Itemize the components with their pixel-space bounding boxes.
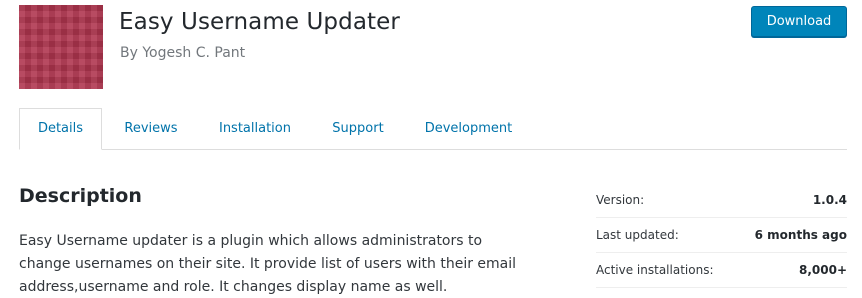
- meta-label: Active installations:: [596, 263, 714, 277]
- description-line: change usernames on their site. It provi…: [19, 256, 517, 272]
- meta-value: 1.0.4: [812, 193, 847, 207]
- tab-support[interactable]: Support: [325, 108, 391, 150]
- plugin-page: Easy Username Updater By Yogesh C. Pant …: [0, 0, 862, 298]
- meta-row-last-updated: Last updated: 6 months ago: [596, 218, 847, 253]
- tab-reviews[interactable]: Reviews: [118, 108, 184, 150]
- plugin-icon: [19, 5, 103, 89]
- meta-label: Last updated:: [596, 228, 679, 242]
- description-heading: Description: [19, 185, 142, 207]
- description-line: address,username and role. It changes di…: [19, 279, 448, 295]
- description-text: Easy Username updater is a plugin which …: [19, 230, 559, 298]
- meta-row-active-installations: Active installations: 8,000+: [596, 253, 847, 288]
- download-button[interactable]: Download: [751, 6, 847, 37]
- meta-label: Version:: [596, 193, 645, 207]
- description-line: Easy Username updater is a plugin which …: [19, 233, 483, 249]
- meta-value: 8,000+: [798, 263, 847, 277]
- tab-installation[interactable]: Installation: [212, 108, 298, 150]
- tab-details[interactable]: Details: [19, 108, 102, 150]
- plugin-title: Easy Username Updater: [119, 9, 400, 35]
- meta-value: 6 months ago: [754, 228, 847, 242]
- tab-development[interactable]: Development: [420, 108, 517, 150]
- plugin-author: By Yogesh C. Pant: [120, 45, 246, 61]
- meta-row-version: Version: 1.0.4: [596, 183, 847, 218]
